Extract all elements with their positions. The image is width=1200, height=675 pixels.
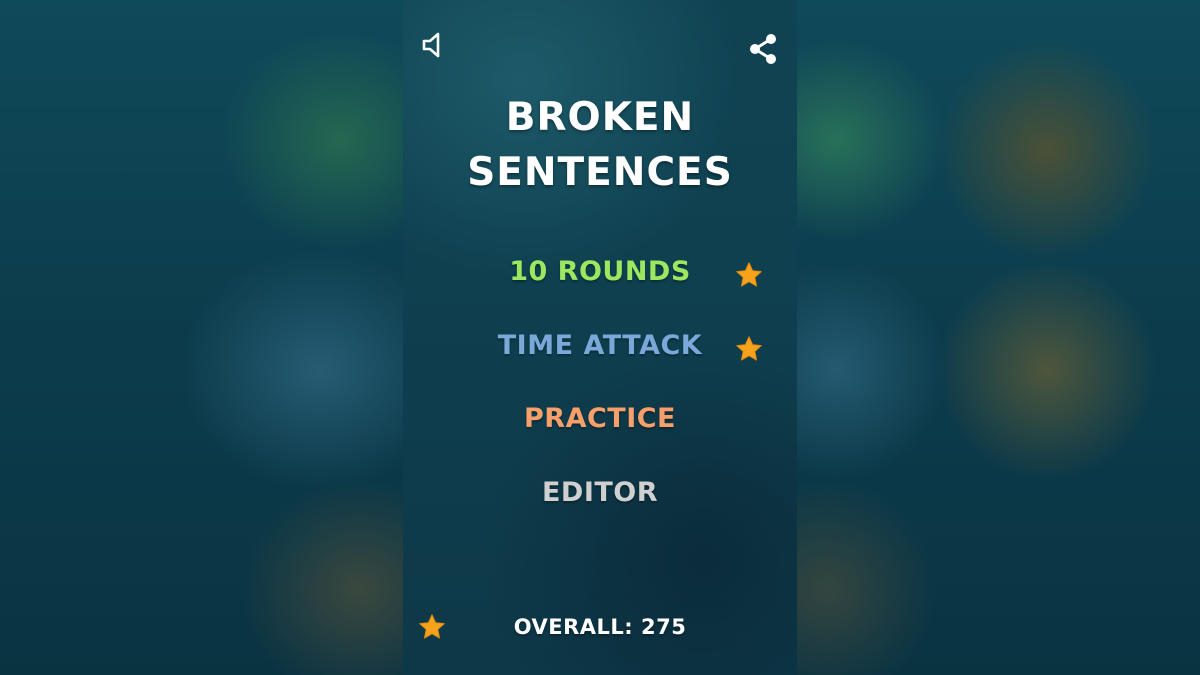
game-title-line1: BROKEN [505,95,695,140]
blurred-background-right [797,0,1200,675]
share-button[interactable] [745,31,781,67]
star-icon [736,336,762,361]
menu-item-practice[interactable]: PRACTICE [403,403,797,434]
overall-score: OVERALL: 275 [513,615,687,639]
menu-item-editor[interactable]: EDITOR [403,477,797,508]
game-stage: BROKEN SENTENCES 10 ROUNDS TIME ATTACK P… [0,0,1200,675]
star-icon [736,262,762,287]
game-screen: BROKEN SENTENCES 10 ROUNDS TIME ATTACK P… [403,0,797,675]
speaker-icon [422,32,440,58]
sound-button[interactable] [415,27,451,63]
game-title-line2: SENTENCES [467,150,733,195]
share-icon [750,34,776,64]
blurred-background-left [0,0,403,675]
